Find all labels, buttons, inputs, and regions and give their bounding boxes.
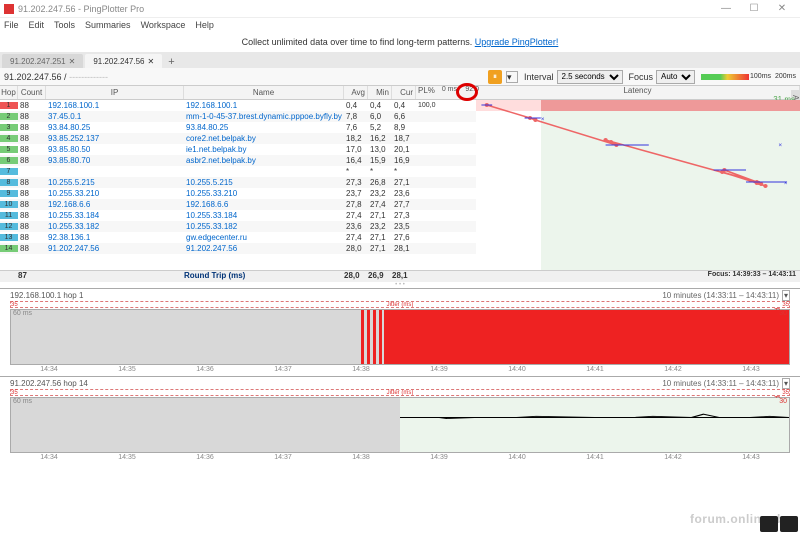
timeline-hop-14: 91.202.247.56 hop 14 10 minutes (14:33:1… xyxy=(0,376,800,464)
col-hop[interactable]: Hop xyxy=(0,86,18,99)
svg-text:×: × xyxy=(541,116,545,123)
add-tab-button[interactable]: + xyxy=(164,56,178,68)
menu-edit[interactable]: Edit xyxy=(29,20,45,30)
interval-select[interactable]: 2.5 seconds xyxy=(557,70,623,84)
table-row[interactable]: 128810.255.33.18210.255.33.18223,623,223… xyxy=(0,221,476,232)
timeline-xaxis: 14:3414:3514:3614:3714:3814:3914:4014:41… xyxy=(0,454,800,464)
target-address: 91.202.247.56 / ------------- xyxy=(4,72,108,82)
focus-label: Focus xyxy=(629,72,654,82)
menu-bar: File Edit Tools Summaries Workspace Help xyxy=(0,18,800,32)
settings-dropdown[interactable]: ▾ xyxy=(506,71,518,83)
timeline-config-button[interactable]: ▾ xyxy=(782,378,790,389)
tab-target-1[interactable]: 91.202.247.251✕ xyxy=(2,54,83,68)
table-row[interactable]: 68893.85.80.70asbr2.net.belpak.by16,415,… xyxy=(0,155,476,166)
table-row[interactable]: 88810.255.5.21510.255.5.21527,326,827,1 xyxy=(0,177,476,188)
title-bar: 91.202.247.56 - PingPlotter Pro — ☐ ✕ xyxy=(0,0,800,18)
table-row[interactable]: 98810.255.33.21010.255.33.21023,723,223,… xyxy=(0,188,476,199)
menu-summaries[interactable]: Summaries xyxy=(85,20,131,30)
menu-tools[interactable]: Tools xyxy=(54,20,75,30)
col-pl[interactable]: PL% 0 ms 92.0 xyxy=(416,86,476,99)
timeline-chart-2[interactable]: Latency (ms) Packet Loss % 60 ms 30 xyxy=(10,397,790,453)
table-row[interactable]: 118810.255.33.18410.255.33.18427,427,127… xyxy=(0,210,476,221)
col-cur[interactable]: Cur xyxy=(392,86,416,99)
col-count[interactable]: Count xyxy=(18,86,46,99)
table-row[interactable]: 28837.45.0.1mm-1-0-45-37.brest.dynamic.p… xyxy=(0,111,476,122)
timeline-config-button[interactable]: ▾ xyxy=(782,290,790,301)
close-icon[interactable]: ✕ xyxy=(69,57,76,66)
minimize-button[interactable]: — xyxy=(712,3,740,14)
focus-range: Focus: 14:39:33 – 14:43:11 xyxy=(708,271,796,278)
toolbar: 91.202.247.56 / ------------- ⏸ ▾ Interv… xyxy=(0,68,800,86)
grid-header: Hop Count IP Name Avg Min Cur PL% 0 ms 9… xyxy=(0,86,800,100)
trace-grid: 188192.168.100.1192.168.100.10,40,40,410… xyxy=(0,100,476,270)
window-title: 91.202.247.56 - PingPlotter Pro xyxy=(18,4,712,14)
timeline-hop-1: 192.168.100.1 hop 1 10 minutes (14:33:11… xyxy=(0,288,800,376)
table-row[interactable]: 188192.168.100.1192.168.100.10,40,40,410… xyxy=(0,100,476,111)
close-icon[interactable]: ✕ xyxy=(147,57,154,66)
table-row[interactable]: 48893.85.252.137core2.net.belpak.by18,21… xyxy=(0,133,476,144)
table-row[interactable]: 38893.84.80.2593.84.80.257,65,28,9 xyxy=(0,122,476,133)
col-avg[interactable]: Avg xyxy=(344,86,368,99)
latency-graph[interactable]: × × × xyxy=(476,100,800,270)
tray-icon[interactable] xyxy=(760,516,778,532)
table-row[interactable]: 7*** xyxy=(0,166,476,177)
menu-workspace[interactable]: Workspace xyxy=(141,20,186,30)
timeline-title: 91.202.247.56 hop 14 xyxy=(10,379,88,388)
close-button[interactable]: ✕ xyxy=(768,3,796,14)
svg-text:×: × xyxy=(778,142,782,149)
interval-label: Interval xyxy=(524,72,554,82)
tray-icon[interactable] xyxy=(780,516,798,532)
table-row[interactable]: 138892.38.136.1gw.edgecenter.ru27,427,12… xyxy=(0,232,476,243)
menu-help[interactable]: Help xyxy=(195,20,214,30)
promo-bar: Collect unlimited data over time to find… xyxy=(0,32,800,52)
tab-target-2[interactable]: 91.202.247.56✕ xyxy=(85,54,162,68)
col-name[interactable]: Name xyxy=(184,86,344,99)
summary-row: 87 Round Trip (ms) 28,0 26,9 28,1 Focus:… xyxy=(0,270,800,282)
pause-button[interactable]: ⏸ xyxy=(488,70,502,84)
table-row[interactable]: 58893.85.80.50ie1.net.belpak.by17,013,02… xyxy=(0,144,476,155)
app-icon xyxy=(4,4,14,14)
target-tabs: 91.202.247.251✕ 91.202.247.56✕ + xyxy=(0,52,800,68)
menu-file[interactable]: File xyxy=(4,20,19,30)
col-latency[interactable]: Latency31 ms xyxy=(476,86,800,99)
maximize-button[interactable]: ☐ xyxy=(740,3,768,14)
system-tray xyxy=(760,516,798,532)
focus-select[interactable]: Auto xyxy=(656,70,695,84)
table-row[interactable]: 1088192.168.6.6192.168.6.627,827,427,7 xyxy=(0,199,476,210)
col-min[interactable]: Min xyxy=(368,86,392,99)
timeline-chart-1[interactable]: Latency (ms) Packet Loss % 60 ms 30 xyxy=(10,309,790,365)
timeline-range: 10 minutes (14:33:11 – 14:43:11) xyxy=(662,291,779,300)
svg-text:×: × xyxy=(784,180,788,187)
col-ip[interactable]: IP xyxy=(46,86,184,99)
table-row[interactable]: 148891.202.247.5691.202.247.5628,027,128… xyxy=(0,243,476,254)
upgrade-link[interactable]: Upgrade PingPlotter! xyxy=(475,37,559,47)
timeline-range: 10 minutes (14:33:11 – 14:43:11) xyxy=(662,379,779,388)
latency-legend: 100ms 200ms xyxy=(701,73,796,80)
timeline-title: 192.168.100.1 hop 1 xyxy=(10,291,83,300)
timeline-xaxis: 14:3414:3514:3614:3714:3814:3914:4014:41… xyxy=(0,366,800,376)
round-trip-label: Round Trip (ms) xyxy=(184,271,344,282)
